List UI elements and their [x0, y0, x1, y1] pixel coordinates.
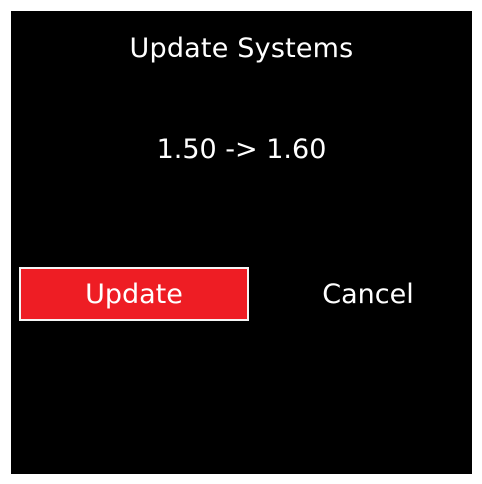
update-button[interactable]: Update: [19, 267, 249, 321]
update-button-label: Update: [85, 278, 183, 310]
dialog-title: Update Systems: [129, 33, 354, 64]
cancel-button[interactable]: Cancel: [273, 267, 463, 321]
version-change-text: 1.50 -> 1.60: [156, 134, 327, 165]
cancel-button-label: Cancel: [322, 278, 414, 310]
update-dialog: Update Systems 1.50 -> 1.60 Update Cance…: [11, 11, 472, 474]
